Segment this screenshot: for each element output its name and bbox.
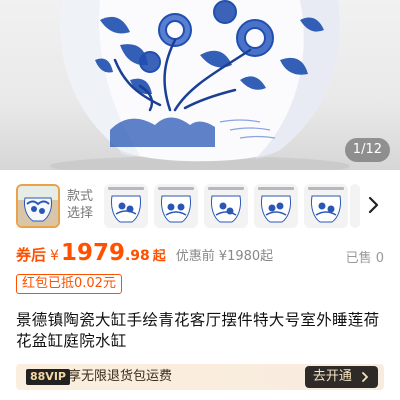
variant-thumb-5[interactable]: [254, 184, 298, 228]
vase-thumbnail-icon: [111, 195, 141, 223]
vip-activate-button[interactable]: 去开通: [304, 366, 378, 388]
thumb-caption-bar: [258, 187, 294, 190]
price-row: 券后 ¥1979.98 起优惠前 ¥1980起 已售 0: [16, 240, 384, 272]
vip-banner[interactable]: 88VIP 享无限退货包运费 去开通: [16, 364, 384, 390]
price-decimal: .98: [124, 248, 150, 264]
original-price-label: 优惠前: [175, 249, 215, 264]
product-hero-image[interactable]: 1/12: [0, 0, 400, 170]
vip-button-label: 去开通: [312, 369, 352, 384]
vase-thumbnail-icon: [311, 195, 341, 223]
variant-thumb-4[interactable]: [204, 184, 248, 228]
coupon-price-label: 券后: [16, 246, 47, 264]
vase-thumbnail-icon: [211, 195, 241, 223]
chevron-right-icon[interactable]: [362, 194, 384, 216]
price-integer: 1979: [60, 240, 125, 266]
thumb-caption-bar: [158, 187, 194, 190]
vase-thumbnail-icon: [161, 195, 191, 223]
thumb-caption-bar: [308, 187, 344, 190]
vase-thumbnail-icon: [261, 195, 291, 223]
product-title: 景德镇陶瓷大缸手绘青花客厅摆件特大号室外睡莲荷花盆缸庭院水缸: [16, 311, 380, 350]
thumb-caption-bar: [208, 187, 244, 190]
vip-benefit-text: 享无限退货包运费: [68, 369, 173, 384]
image-counter: 1/12: [344, 138, 390, 162]
price-suffix: 起: [152, 249, 166, 264]
thumb-caption-bar: [108, 187, 144, 190]
variant-thumb-3[interactable]: [154, 184, 198, 228]
variant-thumb-selected[interactable]: [16, 184, 60, 228]
vip-badge: 88VIP: [26, 369, 70, 385]
sold-count: 已售 0: [345, 251, 384, 266]
red-packet-tag[interactable]: 红包已抵0.02元: [16, 274, 122, 294]
currency-symbol: ¥: [50, 248, 59, 264]
variant-thumb-2[interactable]: [104, 184, 148, 228]
vase-thumbnail-icon: [18, 186, 58, 226]
variant-thumb-partial[interactable]: [350, 184, 360, 228]
original-price: ¥1980起: [218, 249, 274, 264]
variant-selector[interactable]: 款式选择: [0, 176, 400, 234]
variant-thumb-6[interactable]: [304, 184, 348, 228]
porcelain-vat-illustration: [50, 0, 350, 170]
variant-label: 款式选择: [67, 189, 94, 221]
chevron-right-icon: [356, 371, 370, 383]
